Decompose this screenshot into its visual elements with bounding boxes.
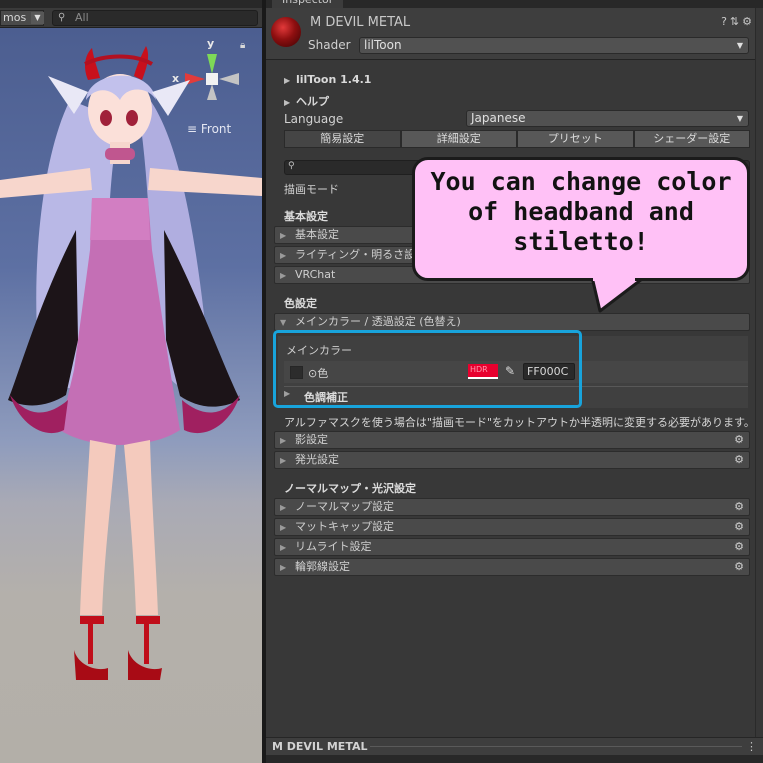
- gear-icon[interactable]: ⚙: [734, 539, 744, 555]
- callout-tail-cover: [593, 273, 635, 281]
- inspector-panel: Inspector M DEVIL METAL ?⇅⚙ Shader lilTo…: [266, 0, 763, 763]
- triangle-right-icon: ▶: [280, 523, 287, 532]
- normal-map-foldout[interactable]: ▶ ノーマルマップ設定 ⚙: [274, 498, 750, 516]
- triangle-right-icon: ▶: [280, 271, 287, 280]
- inspector-tab-strip: Inspector: [266, 0, 763, 8]
- foldout-label: リムライト設定: [295, 540, 372, 553]
- scrollbar[interactable]: [755, 8, 763, 737]
- scene-view[interactable]: mos ▼ ⚲ All y x 🔒︎ ≡ Front: [0, 0, 262, 763]
- render-mode-label: 描画モード: [284, 183, 339, 196]
- gear-icon[interactable]: ⚙: [734, 519, 744, 535]
- gear-icon[interactable]: ⚙: [734, 559, 744, 575]
- foldout-label: VRChat: [295, 268, 336, 281]
- chevron-down-icon[interactable]: ▼: [31, 12, 44, 24]
- language-label: Language: [284, 112, 344, 126]
- triangle-right-icon: ▶: [284, 76, 291, 85]
- more-options-icon[interactable]: ⋮: [746, 738, 757, 755]
- shader-dropdown[interactable]: lilToon ▼: [359, 37, 749, 54]
- help-label: ヘルプ: [296, 95, 329, 108]
- emission-settings-foldout[interactable]: ▶ 発光設定 ⚙: [274, 451, 750, 469]
- matcap-foldout[interactable]: ▶ マットキャップ設定 ⚙: [274, 518, 750, 536]
- foldout-label: ノーマルマップ設定: [295, 500, 394, 513]
- scene-toolbar: mos ▼ ⚲ All: [0, 8, 262, 28]
- triangle-right-icon: ▶: [280, 503, 287, 512]
- scene-tab-strip: [0, 0, 262, 8]
- language-dropdown[interactable]: Japanese ▼: [466, 110, 749, 127]
- version-foldout[interactable]: ▶ lilToon 1.4.1: [284, 73, 371, 86]
- foldout-label: ライティング・明るさ設定: [295, 248, 427, 261]
- header-icons: ?⇅⚙: [721, 15, 755, 28]
- triangle-right-icon: ▶: [280, 251, 287, 260]
- material-name: M DEVIL METAL: [310, 15, 411, 30]
- shader-label: Shader: [308, 38, 351, 52]
- gear-icon[interactable]: ⚙: [734, 452, 744, 468]
- shadow-settings-foldout[interactable]: ▶ 影設定 ⚙: [274, 431, 750, 449]
- preview-bar[interactable]: M DEVIL METAL ⋮: [266, 737, 763, 755]
- language-value: Japanese: [471, 111, 526, 125]
- inspector-tab[interactable]: Inspector: [272, 0, 344, 8]
- highlight-frame: [273, 330, 582, 408]
- help-icon[interactable]: ?: [721, 15, 730, 28]
- search-icon: ⚲: [58, 12, 66, 23]
- help-foldout[interactable]: ▶ ヘルプ: [284, 93, 329, 109]
- tab-simple-settings[interactable]: 簡易設定: [284, 130, 401, 148]
- gizmos-button[interactable]: mos ▼: [0, 10, 44, 26]
- triangle-right-icon: ▶: [280, 543, 287, 552]
- triangle-right-icon: ▶: [280, 231, 287, 240]
- foldout-label: メインカラー / 透過設定 (色替え): [295, 315, 461, 328]
- search-icon: ⚲: [288, 161, 295, 171]
- color-section-title: 色設定: [284, 297, 317, 310]
- triangle-right-icon: ▶: [284, 98, 291, 107]
- preview-material-name: M DEVIL METAL: [272, 740, 368, 753]
- gear-icon[interactable]: ⚙: [734, 499, 744, 515]
- version-label: lilToon 1.4.1: [296, 73, 372, 86]
- preset-icon[interactable]: ⇅: [730, 15, 742, 28]
- shader-value: lilToon: [364, 38, 402, 52]
- triangle-down-icon: ▼: [280, 318, 287, 327]
- outline-foldout[interactable]: ▶ 輪郭線設定 ⚙: [274, 558, 750, 576]
- chevron-down-icon: ▼: [736, 114, 743, 123]
- foldout-label: マットキャップ設定: [295, 520, 394, 533]
- settings-tabs: 簡易設定 詳細設定 プリセット シェーダー設定: [284, 130, 750, 148]
- foldout-label: 影設定: [295, 433, 328, 446]
- scene-search-input[interactable]: ⚲ All: [52, 10, 258, 26]
- gizmos-label: mos: [3, 11, 27, 24]
- speech-callout: You can change color of headband and sti…: [412, 157, 750, 313]
- alpha-mask-note: アルファマスクを使う場合は"描画モード"をカットアウトか半透明に変更する必要があ…: [284, 416, 755, 429]
- foldout-label: 輪郭線設定: [295, 560, 350, 573]
- divider: [370, 746, 742, 747]
- rimlight-foldout[interactable]: ▶ リムライト設定 ⚙: [274, 538, 750, 556]
- material-preview-icon: [271, 17, 301, 47]
- chevron-down-icon: ▼: [736, 41, 743, 50]
- gear-icon[interactable]: ⚙: [734, 432, 744, 448]
- basic-section-title: 基本設定: [284, 210, 328, 223]
- tab-shader-settings[interactable]: シェーダー設定: [633, 130, 750, 148]
- foldout-label: 基本設定: [295, 228, 339, 241]
- triangle-right-icon: ▶: [280, 436, 287, 445]
- tab-presets[interactable]: プリセット: [517, 130, 634, 148]
- normal-section-title: ノーマルマップ・光沢設定: [284, 482, 416, 495]
- tab-advanced-settings[interactable]: 詳細設定: [400, 130, 517, 148]
- bottom-strip: [266, 755, 763, 763]
- material-header: M DEVIL METAL ?⇅⚙ Shader lilToon ▼: [266, 8, 763, 60]
- character-model[interactable]: [0, 40, 262, 700]
- scene-search-placeholder: All: [75, 11, 89, 24]
- triangle-right-icon: ▶: [280, 456, 287, 465]
- foldout-label: 発光設定: [295, 453, 339, 466]
- callout-text: You can change color of headband and sti…: [430, 167, 732, 256]
- main-color-foldout[interactable]: ▼ メインカラー / 透過設定 (色替え): [274, 313, 750, 331]
- gear-icon[interactable]: ⚙: [742, 15, 755, 28]
- triangle-right-icon: ▶: [280, 563, 287, 572]
